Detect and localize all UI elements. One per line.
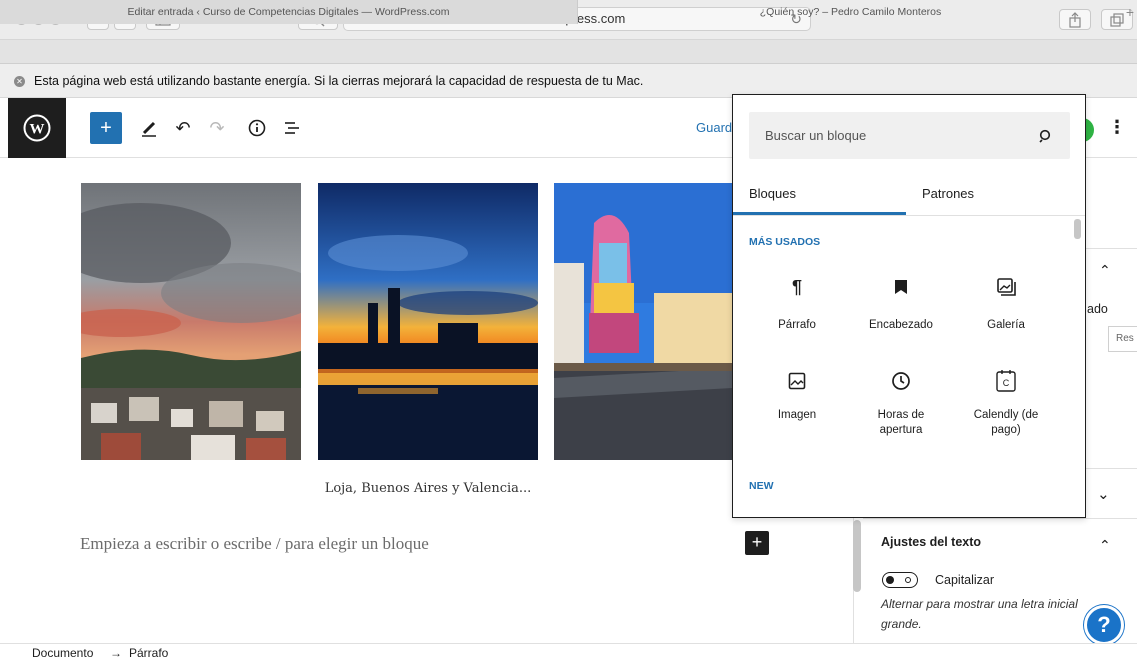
image-icon	[782, 366, 812, 396]
chevron-down-icon: ⌃	[1097, 484, 1110, 501]
calendly-icon: C	[991, 366, 1021, 396]
gallery-image-valencia[interactable]	[554, 183, 732, 460]
block-item-paragraph[interactable]: ¶ Párrafo	[760, 272, 834, 333]
options-button[interactable]: ⋮	[1108, 117, 1126, 138]
drop-cap-toggle[interactable]	[882, 572, 918, 588]
block-item-gallery[interactable]: Galería	[966, 272, 1046, 333]
collapse-text-settings-button[interactable]: ⌃	[1099, 537, 1111, 554]
sidebar-partial-text: ado	[1087, 302, 1108, 316]
save-draft-button[interactable]: Guardar	[696, 120, 732, 135]
sidebar-divider	[1086, 468, 1137, 469]
valencia-photo	[554, 183, 732, 460]
block-search-input[interactable]: Buscar un bloque	[749, 112, 1070, 159]
collapse-panel-button[interactable]: ⌃	[1099, 262, 1111, 279]
block-item-heading[interactable]: Encabezado	[856, 272, 946, 333]
pencil-icon	[142, 121, 156, 137]
redo-button[interactable]: ↷	[206, 114, 228, 142]
tools-button[interactable]	[138, 114, 160, 142]
question-icon: ?	[1097, 612, 1111, 637]
tab-label: Editar entrada ‹ Curso de Competencias D…	[127, 6, 450, 18]
inserter-scrollbar[interactable]	[1074, 219, 1081, 239]
wordpress-logo-button[interactable]: W	[8, 98, 66, 158]
breadcrumb-paragraph[interactable]: Párrafo	[129, 644, 168, 662]
block-label: Párrafo	[778, 319, 816, 331]
redo-icon: ↷	[209, 117, 225, 138]
wordpress-logo-icon: W	[23, 114, 51, 142]
block-item-calendly[interactable]: C Calendly (de pago)	[960, 366, 1052, 438]
add-block-button[interactable]: +	[90, 112, 122, 144]
tab-bloques[interactable]: Bloques	[749, 186, 796, 201]
svg-text:W: W	[30, 122, 45, 138]
gallery-image-buenos-aires[interactable]	[318, 183, 538, 460]
block-label: Horas de apertura	[877, 409, 925, 436]
block-label: Galería	[987, 319, 1025, 331]
more-vertical-icon: ⋮	[1108, 117, 1126, 137]
breadcrumb-document[interactable]: Documento	[32, 644, 93, 662]
energy-warning-bar: ✕ Esta página web está utilizando bastan…	[0, 64, 1137, 98]
tab-quien-soy[interactable]: ¿Quién soy? – Pedro Camilo Monteros	[578, 0, 1123, 24]
breadcrumb-arrow-icon: →	[110, 646, 122, 660]
buenos-aires-photo	[318, 183, 538, 460]
list-view-icon	[285, 122, 299, 134]
close-warning-icon[interactable]: ✕	[14, 76, 25, 87]
reset-button[interactable]: Res	[1108, 326, 1137, 352]
block-label: Calendly (de pago)	[973, 409, 1039, 436]
undo-icon: ↶	[175, 117, 191, 138]
list-view-button[interactable]	[281, 114, 303, 142]
inline-add-block-button[interactable]: +	[745, 531, 769, 555]
drop-cap-help: Alternar para mostrar una letra inicial …	[881, 597, 1078, 631]
text-settings-title[interactable]: Ajustes del texto	[881, 535, 981, 549]
chevron-up-icon: ⌃	[1099, 262, 1111, 278]
tab-bar	[0, 40, 1137, 64]
toggle-knob	[886, 575, 894, 584]
tab-patrones[interactable]: Patrones	[922, 186, 974, 201]
chevron-up-icon: ⌃	[1099, 537, 1111, 553]
section-new: NEW	[749, 480, 774, 492]
tabs-divider	[733, 215, 1085, 216]
block-item-opening-hours[interactable]: Horas de apertura	[856, 366, 946, 438]
help-button[interactable]: ?	[1084, 605, 1124, 645]
details-button[interactable]	[246, 114, 268, 142]
bookmark-icon	[886, 272, 916, 302]
gallery-image-loja[interactable]	[51, 183, 321, 460]
undo-button[interactable]: ↶	[172, 114, 194, 142]
block-breadcrumb: Documento → Párrafo	[0, 643, 1137, 661]
block-item-image[interactable]: Imagen	[760, 366, 834, 423]
svg-text:C: C	[1003, 378, 1010, 388]
paragraph-placeholder[interactable]: Empieza a escribir o escribe / para eleg…	[80, 534, 429, 554]
block-search-placeholder: Buscar un bloque	[765, 128, 867, 143]
block-label: Imagen	[777, 409, 817, 421]
tab-label: ¿Quién soy? – Pedro Camilo Monteros	[759, 6, 942, 18]
tab-editar-entrada[interactable]: Editar entrada ‹ Curso de Competencias D…	[0, 0, 578, 24]
clock-icon	[886, 366, 916, 396]
loja-photo	[51, 183, 321, 460]
section-most-used: MÁS USADOS	[749, 236, 821, 248]
expand-panel-button[interactable]: ⌃	[1097, 484, 1110, 502]
paragraph-icon: ¶	[791, 276, 802, 297]
gallery-caption[interactable]: Loja, Buenos Aires y Valencia...	[318, 481, 538, 496]
sidebar-divider	[863, 518, 1137, 519]
sidebar-divider	[1086, 248, 1137, 249]
new-tab-button[interactable]: +	[1123, 0, 1137, 24]
gallery-icon	[991, 272, 1021, 302]
search-icon	[1039, 129, 1051, 143]
drop-cap-label: Capitalizar	[935, 573, 995, 587]
energy-warning-text: Esta página web está utilizando bastante…	[34, 74, 644, 88]
block-label: Encabezado	[869, 319, 933, 331]
content-scrollbar[interactable]	[853, 520, 861, 592]
toggle-off-mark	[905, 576, 911, 583]
info-icon	[248, 119, 266, 137]
